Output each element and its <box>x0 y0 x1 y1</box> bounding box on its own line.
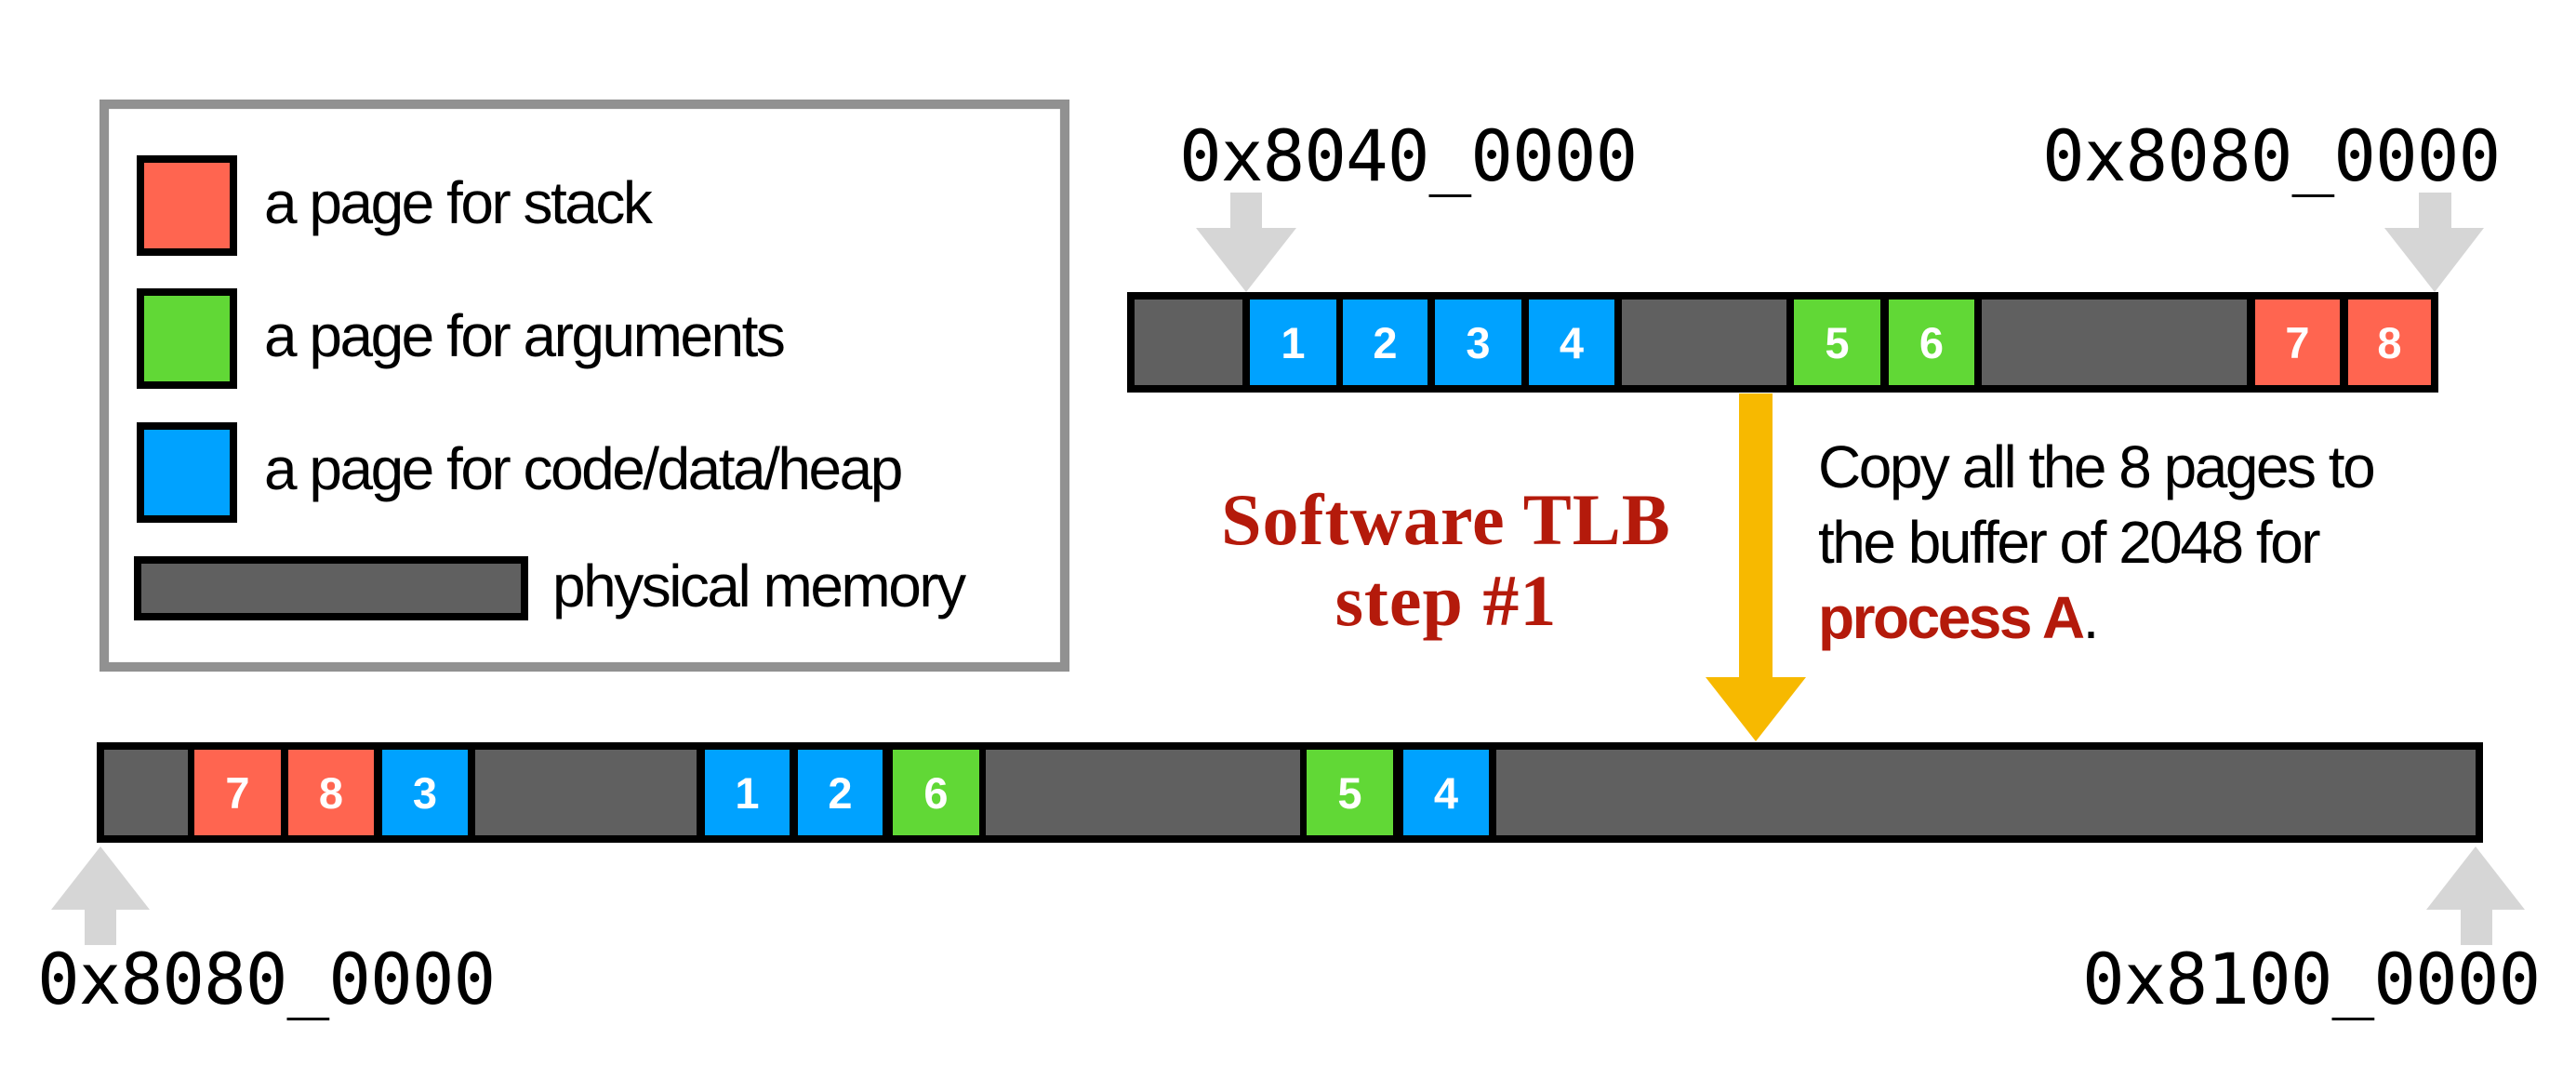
page-2: 2 <box>1343 300 1427 385</box>
address-arrow-up-icon <box>2426 846 2525 945</box>
page-7: 7 <box>194 750 281 835</box>
copy-arrow-down-icon <box>1706 393 1806 741</box>
description-line3: process A. <box>1818 580 2373 656</box>
page-8: 8 <box>288 750 374 835</box>
address-arrow-down-icon <box>2384 193 2484 292</box>
page-5: 5 <box>1794 300 1880 385</box>
page-7: 7 <box>2255 300 2340 385</box>
address-arrow-down-icon <box>1196 193 1296 292</box>
top-memory-region: 1234 56 78 <box>1127 292 2438 393</box>
page-1: 1 <box>705 750 790 835</box>
step-title-line1: Software TLB <box>1221 479 1671 560</box>
memory-gap <box>475 750 697 835</box>
memory-gap <box>1622 300 1786 385</box>
page-8: 8 <box>2348 300 2431 385</box>
address-arrow-up-icon <box>51 846 150 945</box>
description-suffix: . <box>2082 584 2100 651</box>
description-line2: the buffer of 2048 for <box>1818 509 2321 576</box>
top-end-address: 0x8080_0000 <box>2042 114 2501 197</box>
memory-gap <box>1496 750 2476 835</box>
page-3: 3 <box>382 750 468 835</box>
page-6: 6 <box>1889 300 1974 385</box>
page-1: 1 <box>1250 300 1336 385</box>
bottom-memory-region: 783 126 54 <box>97 742 2483 843</box>
step-title-line2: step #1 <box>1334 560 1558 641</box>
memory-gap <box>1982 300 2247 385</box>
top-start-address: 0x8040_0000 <box>1179 114 1638 197</box>
memory-gap <box>104 750 188 835</box>
memory-gap <box>1135 300 1242 385</box>
page-5: 5 <box>1307 750 1393 835</box>
process-name: process A <box>1818 584 2085 651</box>
description-line1: Copy all the 8 pages to <box>1818 433 2376 500</box>
page-4: 4 <box>1403 750 1489 835</box>
copy-description: Copy all the 8 pages to the buffer of 20… <box>1818 430 2376 656</box>
bottom-start-address: 0x8080_0000 <box>37 938 496 1020</box>
page-3: 3 <box>1435 300 1521 385</box>
page-2: 2 <box>798 750 883 835</box>
bottom-end-address: 0x8100_0000 <box>2082 938 2541 1020</box>
memory-gap <box>986 750 1300 835</box>
page-4: 4 <box>1529 300 1614 385</box>
page-6: 6 <box>893 750 979 835</box>
